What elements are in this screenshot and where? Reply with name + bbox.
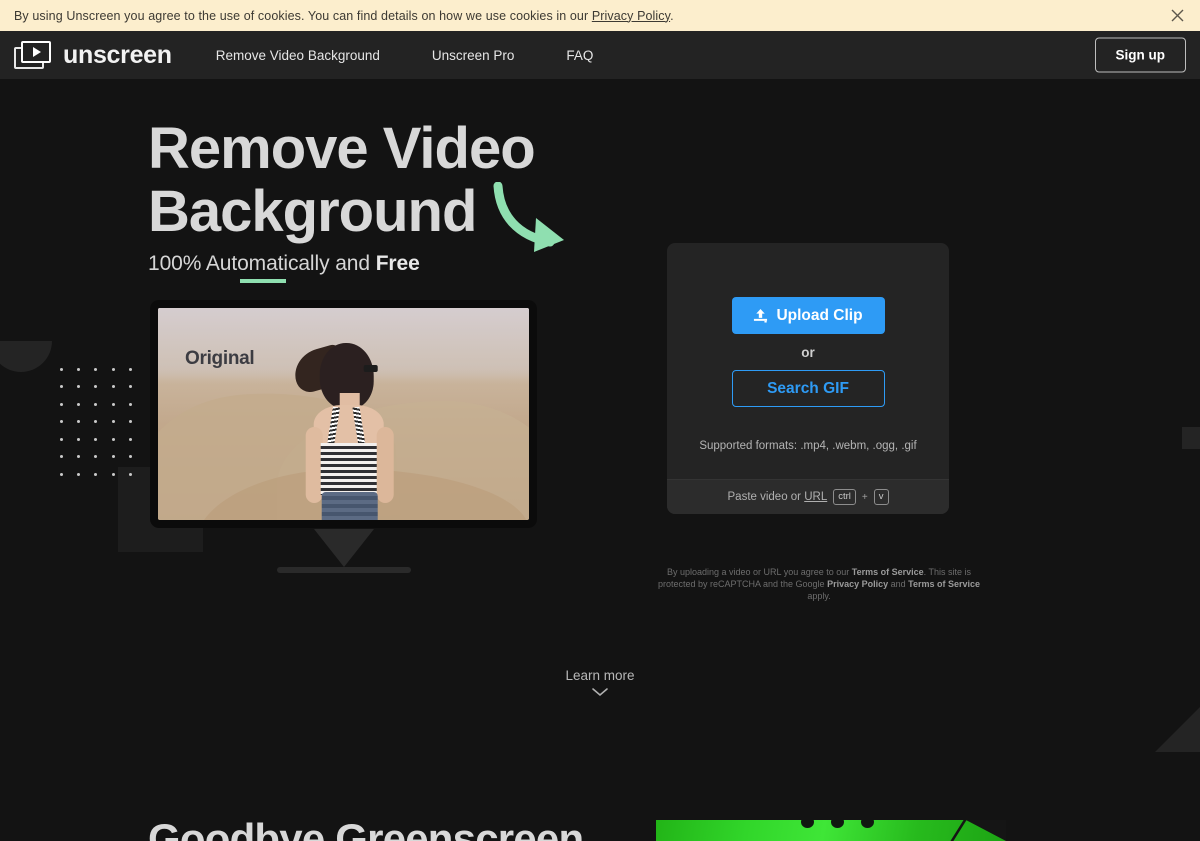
- person-jeans: [321, 492, 378, 520]
- upload-card: Upload Clip or Search GIF Supported form…: [667, 243, 949, 514]
- page-subtitle: 100% Automatically and Free: [148, 252, 420, 276]
- close-icon[interactable]: [1168, 7, 1186, 25]
- greenscreen-photo: [656, 820, 1006, 841]
- cookie-text-before: By using Unscreen you agree to the use o…: [14, 8, 592, 23]
- terms-of-service-link-2[interactable]: Terms of Service: [908, 579, 980, 589]
- supported-formats-label: Supported formats: .mp4, .webm, .ogg, .g…: [699, 440, 917, 452]
- video-preview-monitor: Original: [150, 300, 537, 578]
- paste-footer: Paste video or URL ctrl + v: [667, 479, 949, 514]
- person-sunglasses: [363, 365, 378, 372]
- decorative-triangle-right: [1155, 707, 1200, 752]
- nav-item-faq[interactable]: FAQ: [566, 42, 593, 69]
- video-frames-play-icon: [14, 41, 52, 69]
- page-title-line-1: Remove Video: [148, 116, 536, 181]
- greenscreen-shape-3: [861, 820, 874, 828]
- monitor-bezel: Original: [150, 300, 537, 528]
- greenscreen-shape-5: [966, 820, 1006, 841]
- cookie-consent-text: By using Unscreen you agree to the use o…: [14, 9, 674, 23]
- free-underline: [240, 279, 286, 283]
- page-title-line-2: Background: [148, 178, 477, 244]
- greenscreen-shape-1: [801, 820, 814, 828]
- site-header: unscreen Remove Video Background Unscree…: [0, 31, 1200, 79]
- nav-item-remove-video-background[interactable]: Remove Video Background: [216, 42, 380, 69]
- paste-prefix: Paste video or: [727, 491, 805, 503]
- monitor-stand-neck: [313, 529, 374, 567]
- bottom-section-title: Goodbye Greenscreen: [148, 815, 584, 841]
- curved-arrow-down-right-icon: [493, 182, 564, 252]
- close-icon-glyph: [1171, 9, 1183, 22]
- upload-card-body: Upload Clip or Search GIF Supported form…: [667, 243, 949, 479]
- upload-clip-button[interactable]: Upload Clip: [731, 297, 885, 334]
- sign-up-button[interactable]: Sign up: [1094, 37, 1186, 73]
- paste-hint-text: Paste video or URL: [728, 491, 828, 503]
- decorative-square-right: [1182, 427, 1200, 449]
- key-ctrl: ctrl: [833, 488, 856, 506]
- key-plus: +: [861, 491, 868, 503]
- learn-more-label: Learn more: [565, 668, 635, 683]
- upload-clip-label: Upload Clip: [776, 306, 863, 324]
- legal-disclaimer: By uploading a video or URL you agree to…: [655, 566, 983, 602]
- chevron-down-icon: [592, 688, 608, 697]
- original-label: Original: [185, 348, 255, 369]
- search-gif-button[interactable]: Search GIF: [731, 370, 885, 407]
- monitor-screen: Original: [158, 308, 529, 520]
- decorative-dot-grid: [60, 368, 146, 490]
- legal-line1-a: By uploading a video or URL you agree to…: [666, 567, 852, 577]
- upload-icon: [754, 308, 768, 323]
- cookie-consent-banner: By using Unscreen you agree to the use o…: [0, 0, 1200, 31]
- page-title: Remove Video Background: [148, 116, 536, 244]
- greenscreen-shape-4: [950, 820, 967, 841]
- cookie-text-after: .: [670, 8, 674, 23]
- legal-line2-c: and: [888, 579, 909, 590]
- unscreen-landing-page: By using Unscreen you agree to the use o…: [0, 0, 1200, 841]
- key-v: v: [873, 488, 889, 506]
- decorative-half-circle: [0, 341, 52, 372]
- nav-item-unscreen-pro[interactable]: Unscreen Pro: [432, 42, 515, 69]
- person-arm-right: [376, 427, 394, 503]
- or-separator-label: or: [801, 345, 815, 360]
- person-striped-top: [320, 443, 377, 495]
- greenscreen-shape-2: [831, 820, 844, 828]
- scene-person: [288, 335, 407, 520]
- logo-frame-front: [21, 41, 51, 63]
- privacy-policy-link[interactable]: Privacy Policy: [592, 9, 670, 23]
- legal-line2-a: by reCAPTCHA and the Google: [698, 579, 828, 590]
- main-navigation: Remove Video Background Unscreen Pro FAQ: [216, 42, 594, 69]
- subtitle-prefix: 100% Automatically and: [148, 252, 376, 275]
- learn-more-button[interactable]: Learn more: [0, 668, 1200, 697]
- logo[interactable]: unscreen: [14, 41, 172, 70]
- url-link[interactable]: URL: [804, 491, 827, 503]
- google-privacy-policy-link[interactable]: Privacy Policy: [827, 579, 888, 589]
- play-icon: [33, 47, 41, 57]
- logo-text: unscreen: [63, 40, 172, 69]
- legal-line2-e: apply.: [807, 591, 831, 602]
- monitor-stand-base: [276, 567, 411, 573]
- subtitle-highlight: Free: [375, 252, 420, 275]
- terms-of-service-link-1[interactable]: Terms of Service: [852, 567, 924, 577]
